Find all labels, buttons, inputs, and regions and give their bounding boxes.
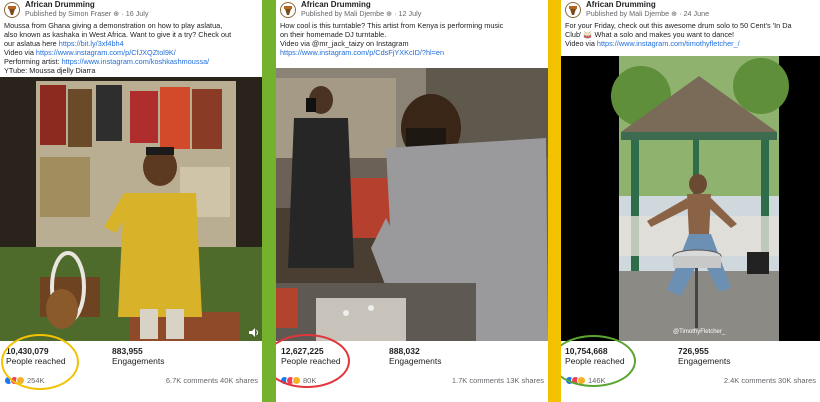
globe-icon: ⊕ [671, 9, 678, 18]
post-date[interactable]: 16 July [126, 9, 149, 18]
publisher: Published by Mali Djembe [301, 9, 385, 18]
video-watermark: @TimothyFletcher_ [673, 329, 726, 335]
post-header: African Drumming Published by Simon Fras… [4, 0, 258, 20]
post-video[interactable] [276, 68, 548, 341]
engagement-value: 726,955 [678, 346, 709, 356]
text-line: How cool is this turntable? This artist … [280, 22, 504, 30]
text-line: https://www.instagram.com/p/CdsFjYXKcID/… [280, 49, 545, 58]
page-name[interactable]: African Drumming [301, 0, 371, 9]
text-line: Video via https://www.instagram.com/p/Cf… [4, 48, 176, 57]
green-divider [262, 0, 276, 402]
post-card-3: African Drumming Published by Mali Djemb… [561, 0, 820, 402]
post-card-2: African Drumming Published by Mali Djemb… [276, 0, 548, 402]
text-line: YTube: Moussa djelly Diarra [4, 66, 96, 75]
video-frame-market-stall [0, 77, 262, 341]
post-video[interactable] [0, 77, 262, 341]
post-meta: Published by Simon Fraser ⊕ · 16 July [25, 9, 149, 18]
text-line: Video via https://www.instagram.com/timo… [565, 39, 740, 48]
video-frame-gazebo-drummer: @TimothyFletcher_ [561, 56, 820, 341]
engagement-label: Engagements [112, 356, 165, 366]
post-link[interactable]: https://www.instagram.com/p/CdsFjYXKcID/… [280, 49, 444, 57]
engagement-stat: 888,032 Engagements [389, 346, 441, 366]
text-line: Performing artist: https://www.instagram… [4, 57, 210, 66]
post-header: African Drumming Published by Mali Djemb… [565, 0, 816, 20]
volume-icon[interactable] [249, 328, 259, 337]
avatar-drum-logo-icon[interactable] [280, 2, 296, 18]
post-meta: Published by Mali Djembe ⊕ · 24 June [586, 9, 710, 18]
engagement-stat: 883,955 Engagements [112, 346, 164, 366]
post-video[interactable]: @TimothyFletcher_ [561, 56, 820, 341]
text-line: Club' 🥁 What a solo and makes you want t… [565, 30, 735, 39]
highlight-oval [1, 334, 79, 390]
text-line: our aslatua here https://bit.ly/3xf4bh4 [4, 39, 124, 48]
text-line: on their homemade DJ turntable. [280, 30, 387, 39]
post-meta: Published by Mali Djembe ⊕ · 12 July [301, 9, 422, 18]
engagement-label: Engagements [389, 356, 442, 366]
yellow-divider [548, 0, 561, 402]
post-date[interactable]: 24 June [684, 9, 710, 18]
post-link[interactable]: https://www.instagram.com/p/CfJXQZtol9K/ [36, 49, 176, 57]
post-card-1: African Drumming Published by Simon Fras… [0, 0, 262, 402]
post-date[interactable]: 12 July [399, 9, 422, 18]
comments-shares[interactable]: 6.7K comments 40K shares [166, 376, 258, 385]
publisher: Published by Simon Fraser [25, 9, 112, 18]
text-line: Moussa from Ghana giving a demonstration… [4, 22, 223, 30]
engagement-value: 883,955 [112, 346, 143, 356]
globe-icon: ⊕ [113, 9, 120, 18]
page-name[interactable]: African Drumming [25, 0, 95, 9]
avatar-drum-logo-icon[interactable] [4, 2, 20, 18]
engagement-label: Engagements [678, 356, 731, 366]
page-name[interactable]: African Drumming [586, 0, 656, 9]
post-header: African Drumming Published by Mali Djemb… [280, 0, 544, 20]
text-line: Video via @mr_jack_taizy on Instagram [280, 39, 409, 48]
comments-shares[interactable]: 2.4K comments 30K shares [724, 376, 816, 385]
engagement-stat: 726,955 Engagements [678, 346, 730, 366]
engagement-value: 888,032 [389, 346, 420, 356]
post-text: For your Friday, check out this awesome … [565, 22, 817, 49]
avatar-drum-logo-icon[interactable] [565, 2, 581, 18]
text-line: For your Friday, check out this awesome … [565, 22, 792, 30]
post-link[interactable]: https://www.instagram.com/koshkashmoussa… [62, 58, 210, 66]
text-line: also known as kashaka in West Africa. Wa… [4, 30, 232, 39]
globe-icon: ⊕ [386, 9, 393, 18]
publisher: Published by Mali Djembe [586, 9, 670, 18]
post-text: How cool is this turntable? This artist … [280, 22, 545, 58]
post-link[interactable]: https://www.instagram.com/timothyfletche… [597, 40, 740, 48]
post-text: Moussa from Ghana giving a demonstration… [4, 22, 259, 75]
video-frame-turntable [276, 68, 548, 341]
post-link[interactable]: https://bit.ly/3xf4bh4 [59, 40, 124, 48]
comments-shares[interactable]: 1.7K comments 13K shares [452, 376, 544, 385]
